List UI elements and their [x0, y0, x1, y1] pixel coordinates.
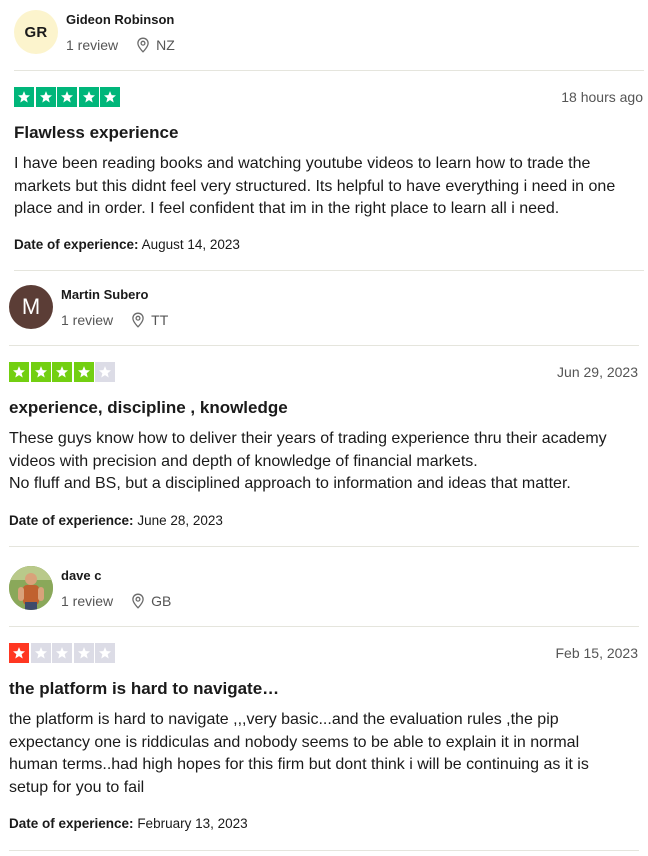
experience-label: Date of experience: [9, 816, 134, 831]
star-rating [9, 643, 117, 663]
consumer-info[interactable]: dave c 1 review GB [9, 566, 171, 610]
review-count: 1 review [61, 592, 114, 609]
date-of-experience: Date of experience: February 13, 2023 [9, 816, 248, 831]
country-code: GB [151, 592, 172, 609]
avatar[interactable] [9, 566, 53, 610]
experience-date: February 13, 2023 [137, 816, 248, 831]
star-empty-icon [95, 643, 115, 663]
review-card-3: dave c 1 review GB Feb 15, 2023 the plat… [0, 0, 648, 852]
divider [9, 850, 639, 851]
star-empty-icon [52, 643, 72, 663]
review-body: the platform is hard to navigate ,,,very… [9, 711, 589, 796]
divider [9, 626, 639, 627]
star-empty-icon [73, 643, 94, 663]
consumer-name[interactable]: dave c [61, 568, 171, 584]
review-title[interactable]: the platform is hard to navigate… [9, 678, 279, 700]
review-date: Feb 15, 2023 [555, 645, 638, 661]
star-empty-icon [30, 643, 51, 663]
avatar-photo-icon [9, 566, 53, 610]
location-pin-icon [132, 593, 144, 609]
star-filled-icon [9, 643, 29, 663]
